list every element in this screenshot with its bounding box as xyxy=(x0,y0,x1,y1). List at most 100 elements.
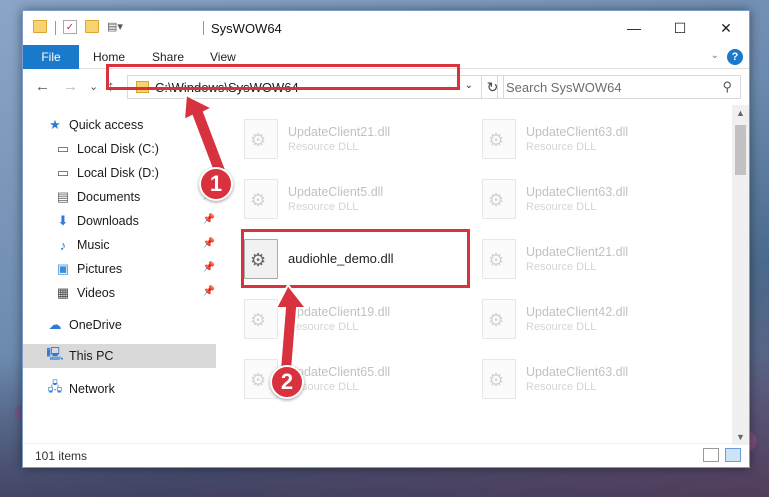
vertical-scrollbar[interactable]: ▲ ▼ xyxy=(732,105,749,445)
customize-toolbar-icon[interactable]: ▤▾ xyxy=(107,20,125,34)
file-name: UpdateClient21.dll xyxy=(288,125,391,139)
dll-file-icon xyxy=(482,359,516,399)
file-item[interactable]: UpdateClient63.dll Resource DLL xyxy=(482,171,712,227)
file-item[interactable]: UpdateClient21.dll Resource DLL xyxy=(244,111,474,167)
back-button[interactable]: ← xyxy=(35,78,50,95)
sidebar-item-label: This PC xyxy=(69,349,114,363)
computer-icon: 🖳 xyxy=(46,346,64,361)
dll-file-icon xyxy=(482,179,516,219)
music-icon: ♪ xyxy=(59,237,67,253)
address-path[interactable]: C:\Windows\SysWOW64 xyxy=(155,80,299,95)
file-item[interactable]: UpdateClient21.dll Resource DLL xyxy=(482,231,712,287)
dll-file-icon xyxy=(482,299,516,339)
sidebar-item-label: Music xyxy=(77,238,110,252)
sidebar-item-label: Network xyxy=(69,382,115,396)
address-bar[interactable]: C:\Windows\SysWOW64 ⌄ xyxy=(127,75,482,99)
sidebar-item-label: Quick access xyxy=(69,118,144,132)
tab-view[interactable]: View xyxy=(210,50,236,64)
sidebar-item-network[interactable]: 🖧 Network xyxy=(47,377,115,401)
sidebar-item-pictures[interactable]: ▣ Pictures 📌 xyxy=(55,257,215,281)
pin-icon: 📌 xyxy=(202,286,215,297)
navigation-pane: ★ Quick access ▭ Local Disk (C:) 📌 ▭ Loc… xyxy=(23,105,216,445)
sidebar-item-onedrive[interactable]: ☁ OneDrive xyxy=(47,313,122,337)
dll-file-icon xyxy=(482,119,516,159)
title-separator-2 xyxy=(203,21,204,35)
maximize-button[interactable]: ☐ xyxy=(657,11,703,45)
forward-button[interactable]: → xyxy=(63,78,78,95)
file-name: UpdateClient63.dll xyxy=(526,365,629,379)
file-type: Resource DLL xyxy=(526,261,597,273)
expand-ribbon-icon[interactable]: ⌄ xyxy=(711,50,719,61)
navigation-bar: ← → ⌄ ↑ C:\Windows\SysWOW64 ⌄ ↻ Search S… xyxy=(23,69,749,105)
sidebar-item-this-pc[interactable]: 🖳 This PC xyxy=(23,344,216,368)
file-type: Resource DLL xyxy=(526,141,597,153)
dll-file-icon xyxy=(482,239,516,279)
sidebar-item-label: Local Disk (D:) xyxy=(77,166,159,180)
file-name: UpdateClient42.dll xyxy=(526,305,629,319)
sidebar-item-music[interactable]: ♪ Music 📌 xyxy=(55,233,215,257)
file-type: Resource DLL xyxy=(288,321,359,333)
file-item[interactable]: UpdateClient42.dll Resource DLL xyxy=(482,291,712,347)
scroll-thumb[interactable] xyxy=(735,125,746,175)
pin-icon: 📌 xyxy=(202,262,215,273)
pin-icon: 📌 xyxy=(202,142,215,153)
address-folder-icon xyxy=(136,81,149,93)
details-view-button[interactable] xyxy=(703,448,719,462)
dll-file-icon xyxy=(244,119,278,159)
step-1-badge: 1 xyxy=(199,167,233,201)
file-type: Resource DLL xyxy=(288,201,359,213)
file-item-audiohle-demo[interactable]: audiohle_demo.dll xyxy=(244,231,474,287)
drive-icon: ▭ xyxy=(56,141,70,156)
properties-icon[interactable]: ✓ xyxy=(63,20,77,34)
star-icon: ★ xyxy=(49,117,61,132)
step-2-badge: 2 xyxy=(270,365,304,399)
file-type: Resource DLL xyxy=(288,141,359,153)
file-name: UpdateClient63.dll xyxy=(526,125,629,139)
folder-icon xyxy=(33,20,47,33)
new-folder-icon[interactable] xyxy=(85,20,99,33)
search-input[interactable]: Search SysWOW64 xyxy=(506,80,622,95)
file-name: UpdateClient63.dll xyxy=(526,185,629,199)
search-box[interactable]: Search SysWOW64 ⚲ xyxy=(497,75,741,99)
drive-icon: ▭ xyxy=(56,165,70,180)
up-button[interactable]: ↑ xyxy=(107,78,115,95)
ribbon-tabs: File Home Share View ⌄ ? xyxy=(23,45,749,69)
sidebar-item-label: Documents xyxy=(77,190,141,204)
file-name: UpdateClient19.dll xyxy=(288,305,391,319)
recent-locations-button[interactable]: ⌄ xyxy=(89,80,98,93)
help-icon[interactable]: ? xyxy=(727,49,743,65)
tab-home[interactable]: Home xyxy=(93,50,125,64)
close-button[interactable]: ✕ xyxy=(703,11,749,45)
sidebar-item-videos[interactable]: ▦ Videos 📌 xyxy=(55,281,215,305)
item-count: 101 items xyxy=(35,449,88,463)
file-explorer-window: ✓ ▤▾ SysWOW64 — ☐ ✕ File Home Share View… xyxy=(22,10,750,468)
tab-share[interactable]: Share xyxy=(152,50,184,64)
file-name: audiohle_demo.dll xyxy=(288,250,394,266)
sidebar-item-label: Videos xyxy=(77,286,115,300)
file-item[interactable]: UpdateClient63.dll Resource DLL xyxy=(482,351,712,407)
file-item[interactable]: UpdateClient5.dll Resource DLL xyxy=(244,171,474,227)
sidebar-item-quick-access[interactable]: ★ Quick access xyxy=(47,113,143,137)
file-name: UpdateClient5.dll xyxy=(288,185,384,199)
dll-file-icon xyxy=(244,299,278,339)
address-dropdown-icon[interactable]: ⌄ xyxy=(465,80,473,91)
sidebar-item-label: Local Disk (C:) xyxy=(77,142,159,156)
sidebar-item-downloads[interactable]: ⬇ Downloads 📌 xyxy=(55,209,215,233)
title-bar: ✓ ▤▾ SysWOW64 — ☐ ✕ xyxy=(23,11,749,45)
sidebar-item-local-disk-c[interactable]: ▭ Local Disk (C:) 📌 xyxy=(55,137,215,161)
sidebar-item-documents[interactable]: ▤ Documents 📌 xyxy=(55,185,215,209)
scroll-up-icon[interactable]: ▲ xyxy=(732,105,749,121)
sidebar-item-local-disk-d[interactable]: ▭ Local Disk (D:) xyxy=(55,161,159,185)
network-icon: 🖧 xyxy=(47,379,63,394)
tab-file[interactable]: File xyxy=(23,45,79,69)
file-item[interactable]: UpdateClient19.dll Resource DLL xyxy=(244,291,474,347)
sidebar-item-label: OneDrive xyxy=(69,318,122,332)
file-item[interactable]: UpdateClient63.dll Resource DLL xyxy=(482,111,712,167)
cloud-icon: ☁ xyxy=(48,317,62,332)
large-icons-view-button[interactable] xyxy=(725,448,741,462)
minimize-button[interactable]: — xyxy=(611,11,657,45)
status-bar: 101 items xyxy=(23,443,749,467)
dll-file-icon xyxy=(244,179,278,219)
sidebar-item-label: Pictures xyxy=(77,262,123,276)
file-name: UpdateClient21.dll xyxy=(526,245,629,259)
